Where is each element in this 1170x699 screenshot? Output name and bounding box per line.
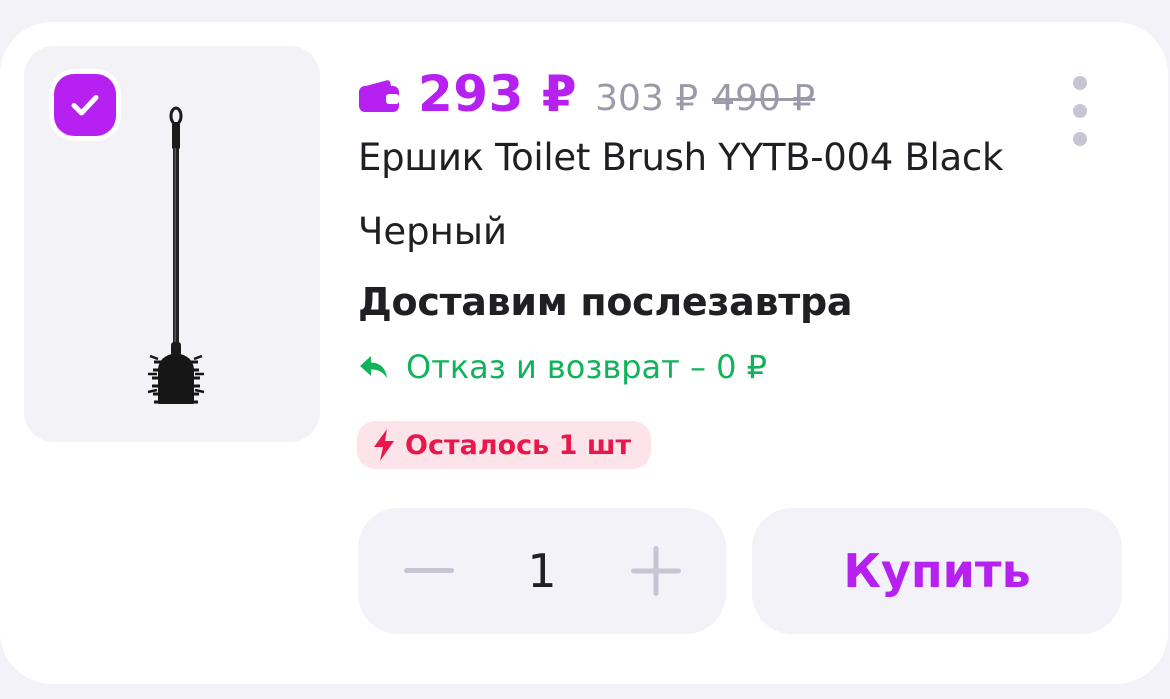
more-vertical-icon: [1073, 76, 1087, 90]
old-price: 490 ₽: [712, 77, 816, 119]
minus-icon: [404, 568, 454, 573]
quantity-stepper: 1: [358, 508, 726, 634]
product-title[interactable]: Ершик Toilet Brush YYTB-004 Black: [358, 136, 1003, 179]
check-icon: [71, 95, 99, 116]
current-price: 293 ₽: [418, 65, 578, 123]
select-checkbox[interactable]: [54, 74, 116, 136]
toilet-brush-image: [147, 106, 205, 404]
product-image[interactable]: [24, 46, 320, 442]
lightning-icon: [374, 429, 394, 461]
reply-arrow-icon: [360, 356, 387, 378]
buy-button[interactable]: Купить: [752, 508, 1122, 634]
quantity-value: 1: [527, 544, 557, 598]
increase-button[interactable]: [626, 541, 686, 601]
card-price: 303 ₽: [595, 77, 699, 119]
product-variant: Черный: [358, 210, 508, 253]
delivery-info: Доставим послезавтра: [358, 280, 853, 324]
decrease-button[interactable]: [399, 541, 459, 601]
stock-badge-text: Осталось 1 шт: [405, 429, 632, 461]
stock-badge: Осталось 1 шт: [357, 421, 652, 469]
plus-icon: [631, 546, 681, 596]
return-policy-text: Отказ и возврат – 0 ₽: [406, 348, 768, 386]
wallet-icon: [359, 80, 399, 112]
cart-item-card: 293 ₽ 303 ₽ 490 ₽ Ершик Toilet Brush YYT…: [0, 22, 1168, 684]
price-row: 293 ₽ 303 ₽ 490 ₽: [358, 62, 815, 126]
return-policy: Отказ и возврат – 0 ₽: [358, 348, 767, 386]
more-options-button[interactable]: [1068, 76, 1092, 146]
